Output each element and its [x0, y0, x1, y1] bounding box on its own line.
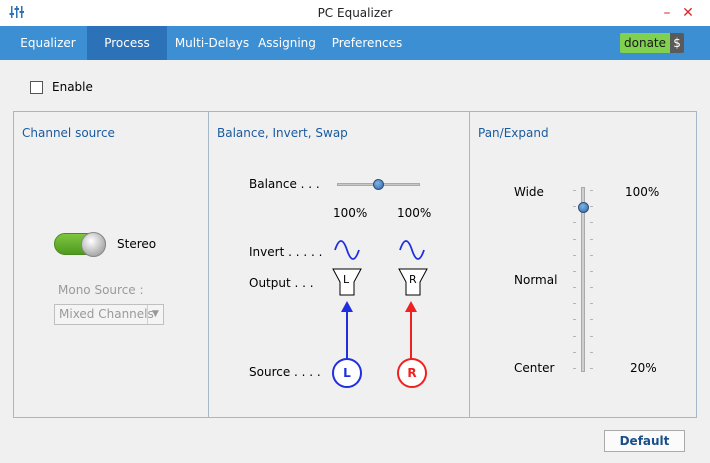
toggle-knob[interactable]: [81, 232, 106, 257]
pan-tick: [573, 303, 576, 304]
pan-tick: [590, 336, 593, 337]
pan-tick: [590, 206, 593, 207]
tab-assigning[interactable]: Assigning: [256, 26, 318, 60]
pan-bottom-value: 20%: [630, 361, 657, 375]
enable-label: Enable: [52, 80, 93, 94]
right-arrow-icon: [405, 301, 417, 360]
pan-tick: [590, 287, 593, 288]
close-button[interactable]: ✕: [678, 3, 698, 23]
mono-source-label: Mono Source :: [58, 283, 144, 297]
window-title: PC Equalizer: [317, 6, 393, 20]
enable-checkbox[interactable]: [30, 80, 43, 94]
wide-label: Wide: [514, 185, 544, 199]
normal-label: Normal: [514, 273, 558, 287]
pan-tick: [573, 319, 576, 320]
pan-tick: [573, 190, 576, 191]
pan-tick: [573, 352, 576, 353]
channel-source-panel: Channel source: [13, 111, 209, 418]
enable-option[interactable]: Enable: [30, 80, 93, 94]
pan-tick: [573, 271, 576, 272]
pan-slider-thumb[interactable]: [578, 202, 589, 213]
left-output-speaker[interactable]: L: [332, 268, 362, 296]
pan-tick: [573, 255, 576, 256]
pan-expand-title: Pan/Expand: [478, 126, 549, 140]
left-invert-wave-icon[interactable]: [333, 239, 361, 261]
dollar-icon: $: [670, 33, 685, 53]
pan-tick: [590, 368, 593, 369]
pan-tick: [573, 222, 576, 223]
left-percent: 100%: [333, 206, 368, 220]
title-bar: PC Equalizer – ✕: [0, 0, 710, 26]
pan-slider-track[interactable]: [581, 187, 585, 372]
pan-tick: [590, 190, 593, 191]
right-speaker-label: R: [409, 273, 417, 286]
pan-tick: [590, 303, 593, 304]
center-label: Center: [514, 361, 555, 375]
pan-tick: [590, 319, 593, 320]
pan-tick: [590, 271, 593, 272]
default-button[interactable]: Default: [604, 430, 685, 452]
balance-label: Balance . . .: [249, 177, 320, 191]
invert-label: Invert . . . . .: [249, 245, 323, 259]
left-source-button[interactable]: L: [332, 358, 362, 388]
right-percent: 100%: [397, 206, 432, 220]
minimize-button[interactable]: –: [657, 3, 677, 23]
tab-multi-delays[interactable]: Multi-Delays: [170, 26, 254, 60]
right-source-button[interactable]: R: [397, 358, 427, 388]
pan-tick: [590, 352, 593, 353]
output-label: Output . . .: [249, 276, 314, 290]
tab-equalizer[interactable]: Equalizer: [10, 26, 86, 60]
pan-tick: [590, 222, 593, 223]
pan-tick: [590, 239, 593, 240]
right-output-speaker[interactable]: R: [398, 268, 428, 296]
mono-source-select[interactable]: Mixed Channels ▼: [54, 304, 164, 325]
pan-top-value: 100%: [625, 185, 660, 199]
chevron-down-icon[interactable]: ▼: [147, 305, 163, 324]
left-arrow-icon: [341, 301, 353, 360]
donate-label: donate: [620, 33, 671, 53]
pan-tick: [573, 239, 576, 240]
balance-slider-thumb[interactable]: [372, 179, 384, 190]
donate-button[interactable]: donate $: [620, 33, 685, 53]
tab-preferences[interactable]: Preferences: [330, 26, 404, 60]
stereo-label: Stereo: [117, 237, 157, 251]
right-invert-wave-icon[interactable]: [398, 239, 426, 261]
mono-source-value: Mixed Channels: [59, 307, 154, 321]
pan-tick: [590, 255, 593, 256]
left-speaker-label: L: [343, 273, 350, 286]
pan-tick: [573, 287, 576, 288]
pan-tick: [573, 336, 576, 337]
channel-source-title: Channel source: [22, 126, 115, 140]
pan-tick: [573, 368, 576, 369]
balance-title: Balance, Invert, Swap: [217, 126, 348, 140]
tab-process[interactable]: Process: [87, 26, 167, 60]
source-label: Source . . . .: [249, 365, 321, 379]
stereo-toggle[interactable]: [54, 232, 106, 257]
pan-tick: [573, 206, 576, 207]
tab-bar: Equalizer Process Multi-Delays Assigning…: [0, 26, 710, 60]
